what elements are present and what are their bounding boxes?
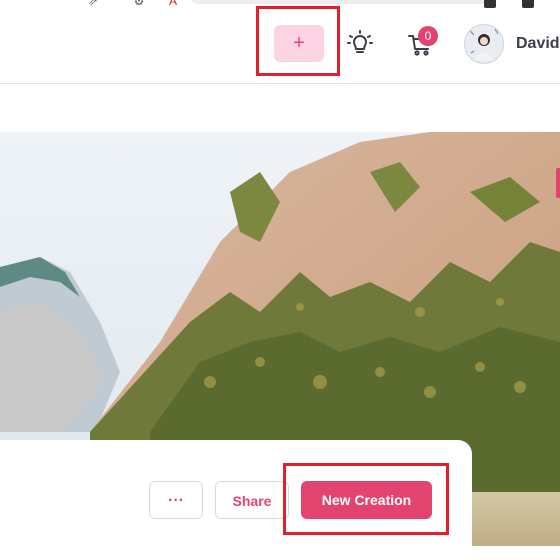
avatar-image — [465, 25, 503, 63]
cart-count-badge: 0 — [418, 26, 438, 46]
address-bar[interactable] — [192, 0, 492, 4]
avatar[interactable] — [464, 24, 504, 64]
lightbulb-icon[interactable] — [346, 30, 374, 58]
more-options-button[interactable]: ··· — [149, 481, 203, 519]
extension-puzzle-icon[interactable] — [484, 0, 496, 8]
more-dots-icon: ··· — [168, 492, 184, 509]
side-tab-indicator[interactable] — [556, 168, 560, 198]
highlight-box-create — [256, 6, 340, 76]
user-name[interactable]: David — [516, 35, 560, 53]
extension-icon-2[interactable] — [522, 0, 534, 8]
share-button[interactable]: Share — [215, 481, 289, 519]
share-extension-icon[interactable]: ⇗ — [86, 0, 100, 8]
pdf-extension-icon[interactable]: A — [166, 0, 180, 8]
extension-icon[interactable]: ⚙ — [132, 0, 146, 8]
highlight-box-new-creation — [283, 463, 449, 535]
